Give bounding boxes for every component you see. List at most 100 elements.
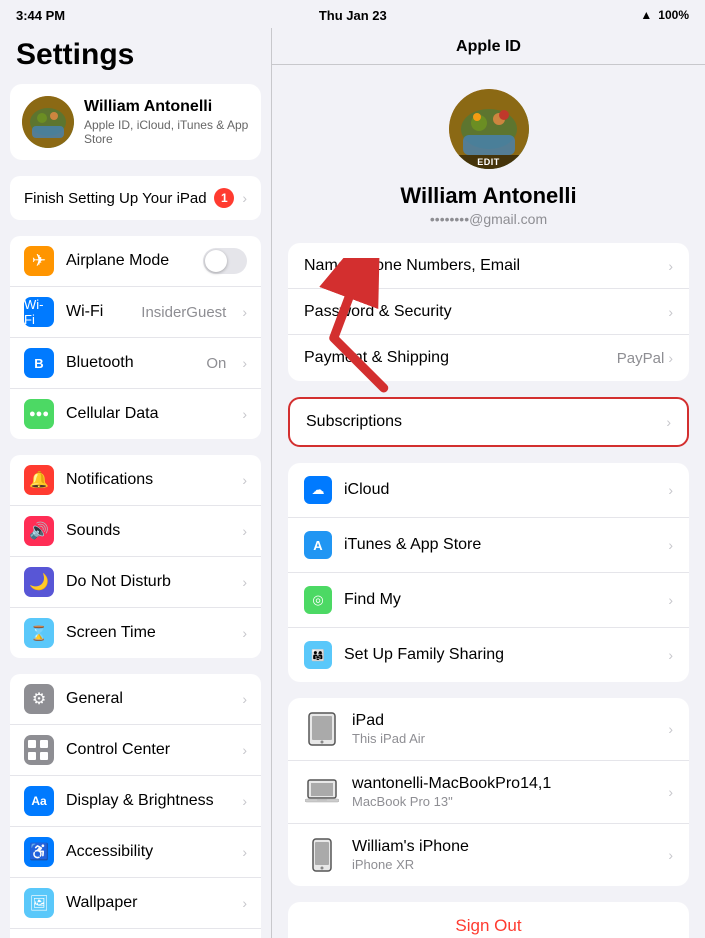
- controlcenter-label: Control Center: [66, 741, 230, 759]
- icloud-icon: ☁: [304, 476, 332, 504]
- payment-shipping-value: PayPal: [617, 350, 665, 367]
- donotdisturb-chevron: ›: [242, 574, 247, 590]
- iphone-device-model: iPhone XR: [352, 857, 668, 872]
- screentime-icon: ⌛: [24, 618, 54, 648]
- cellular-label: Cellular Data: [66, 405, 230, 423]
- display-chevron: ›: [242, 793, 247, 809]
- screentime-chevron: ›: [242, 625, 247, 641]
- profile-section: EDIT William Antonelli ••••••••@gmail.co…: [272, 65, 705, 243]
- macbook-device-icon: [304, 774, 340, 810]
- wifi-value: InsiderGuest: [141, 304, 226, 321]
- name-phones-label: Name, Phone Numbers, Email: [304, 257, 668, 275]
- sidebar-item-display[interactable]: Aa Display & Brightness ›: [10, 776, 261, 827]
- notifications-chevron: ›: [242, 472, 247, 488]
- profile-name: William Antonelli: [84, 98, 249, 116]
- sounds-chevron: ›: [242, 523, 247, 539]
- family-item[interactable]: 👨‍👩‍👧 Set Up Family Sharing ›: [288, 628, 689, 682]
- device-iphone[interactable]: William's iPhone iPhone XR ›: [288, 824, 689, 886]
- wifi-chevron: ›: [242, 304, 247, 320]
- name-phones-item[interactable]: Name, Phone Numbers, Email ›: [288, 243, 689, 289]
- sign-out-card[interactable]: Sign Out: [288, 902, 689, 938]
- sounds-label: Sounds: [66, 522, 230, 540]
- status-time: 3:44 PM: [16, 8, 65, 23]
- sidebar-item-donotdisturb[interactable]: 🌙 Do Not Disturb ›: [10, 557, 261, 608]
- payment-shipping-label: Payment & Shipping: [304, 349, 617, 367]
- wifi-label: Wi-Fi: [66, 303, 129, 321]
- cellular-icon: ●●●: [24, 399, 54, 429]
- password-security-chevron: ›: [668, 304, 673, 320]
- password-security-label: Password & Security: [304, 303, 668, 321]
- cellular-chevron: ›: [242, 406, 247, 422]
- family-chevron: ›: [668, 647, 673, 663]
- findmy-item[interactable]: ◎ Find My ›: [288, 573, 689, 628]
- controlcenter-icon: [24, 735, 54, 765]
- settings-section-3: ⚙ General › Control Center › Aa Display …: [10, 674, 261, 938]
- notifications-icon: 🔔: [24, 465, 54, 495]
- avatar: [22, 96, 74, 148]
- status-day: Thu Jan 23: [319, 8, 387, 23]
- sounds-icon: 🔊: [24, 516, 54, 546]
- airplane-mode-icon: ✈: [24, 246, 54, 276]
- bluetooth-chevron: ›: [242, 355, 247, 371]
- iphone-device-name: William's iPhone: [352, 838, 668, 856]
- macbook-device-model: MacBook Pro 13": [352, 794, 668, 809]
- sidebar-item-wallpaper[interactable]: 🖼 Wallpaper ›: [10, 878, 261, 929]
- finish-setup-row[interactable]: Finish Setting Up Your iPad 1 ›: [10, 176, 261, 220]
- sidebar-item-screentime[interactable]: ⌛ Screen Time ›: [10, 608, 261, 658]
- sidebar-item-airplane[interactable]: ✈ Airplane Mode: [10, 236, 261, 287]
- profile-email: ••••••••@gmail.com: [430, 211, 547, 227]
- sign-out-button[interactable]: Sign Out: [288, 902, 689, 938]
- sidebar-item-cellular[interactable]: ●●● Cellular Data ›: [10, 389, 261, 439]
- subscriptions-card[interactable]: Subscriptions ›: [288, 397, 689, 447]
- password-security-item[interactable]: Password & Security ›: [288, 289, 689, 335]
- battery-icon: 100%: [658, 8, 689, 22]
- findmy-chevron: ›: [668, 592, 673, 608]
- wifi-icon: ▲: [640, 8, 652, 22]
- wallpaper-chevron: ›: [242, 895, 247, 911]
- family-icon: 👨‍👩‍👧: [304, 641, 332, 669]
- sidebar-item-general[interactable]: ⚙ General ›: [10, 674, 261, 725]
- edit-label: EDIT: [449, 155, 529, 169]
- name-phones-chevron: ›: [668, 258, 673, 274]
- profile-avatar-large[interactable]: EDIT: [449, 89, 529, 169]
- sidebar-profile[interactable]: William Antonelli Apple ID, iCloud, iTun…: [10, 84, 261, 160]
- accessibility-icon: ♿: [24, 837, 54, 867]
- sidebar-item-notifications[interactable]: 🔔 Notifications ›: [10, 455, 261, 506]
- ipad-chevron: ›: [668, 721, 673, 737]
- general-chevron: ›: [242, 691, 247, 707]
- general-label: General: [66, 690, 230, 708]
- findmy-label: Find My: [344, 591, 668, 609]
- iphone-chevron: ›: [668, 847, 673, 863]
- notifications-label: Notifications: [66, 471, 230, 489]
- sidebar-item-accessibility[interactable]: ♿ Accessibility ›: [10, 827, 261, 878]
- ipad-device-model: This iPad Air: [352, 731, 668, 746]
- subscriptions-chevron: ›: [666, 414, 671, 430]
- payment-chevron: ›: [668, 350, 673, 366]
- accessibility-chevron: ›: [242, 844, 247, 860]
- general-icon: ⚙: [24, 684, 54, 714]
- finish-setup-badge: 1: [214, 188, 234, 208]
- airplane-mode-toggle[interactable]: [203, 248, 247, 274]
- payment-shipping-item[interactable]: Payment & Shipping PayPal ›: [288, 335, 689, 381]
- bluetooth-icon: B: [24, 348, 54, 378]
- account-items-card: Name, Phone Numbers, Email › Password & …: [288, 243, 689, 381]
- findmy-icon: ◎: [304, 586, 332, 614]
- sidebar-item-bluetooth[interactable]: B Bluetooth On ›: [10, 338, 261, 389]
- ipad-device-icon: [304, 711, 340, 747]
- device-ipad[interactable]: iPad This iPad Air ›: [288, 698, 689, 761]
- sidebar-item-wifi[interactable]: Wi-Fi Wi-Fi InsiderGuest ›: [10, 287, 261, 338]
- donotdisturb-label: Do Not Disturb: [66, 573, 230, 591]
- sidebar-item-sounds[interactable]: 🔊 Sounds ›: [10, 506, 261, 557]
- controlcenter-chevron: ›: [242, 742, 247, 758]
- iphone-device-icon: [304, 837, 340, 873]
- ipad-device-name: iPad: [352, 712, 668, 730]
- donotdisturb-icon: 🌙: [24, 567, 54, 597]
- sidebar: Settings William Antonelli Apple ID, iCl…: [0, 28, 272, 938]
- device-macbook[interactable]: wantonelli-MacBookPro14,1 MacBook Pro 13…: [288, 761, 689, 824]
- sidebar-item-siri[interactable]: ◎ Siri & Search ›: [10, 929, 261, 938]
- itunes-item[interactable]: A iTunes & App Store ›: [288, 518, 689, 573]
- profile-subtitle: Apple ID, iCloud, iTunes & App Store: [84, 118, 249, 146]
- sidebar-item-controlcenter[interactable]: Control Center ›: [10, 725, 261, 776]
- screentime-label: Screen Time: [66, 624, 230, 642]
- icloud-item[interactable]: ☁ iCloud ›: [288, 463, 689, 518]
